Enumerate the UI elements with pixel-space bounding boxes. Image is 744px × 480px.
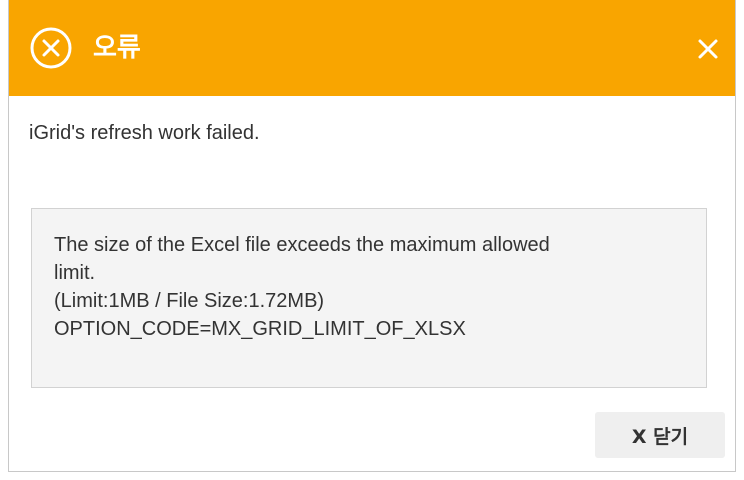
error-message: iGrid's refresh work failed. [29,122,260,144]
error-detail-box: The size of the Excel file exceeds the m… [31,208,707,388]
close-dialog-button[interactable]: X 닫기 [595,412,725,458]
detail-line: The size of the Excel file exceeds the m… [54,234,550,256]
error-circle-x-icon [30,27,72,69]
error-dialog: 오류 iGrid's refresh work failed. The size… [8,0,736,472]
dialog-header: 오류 [9,0,735,96]
detail-line: (Limit:1MB / File Size:1.72MB) [54,290,325,312]
close-icon [698,39,718,59]
close-button[interactable] [691,32,725,66]
dialog-title: 오류 [93,33,141,63]
detail-line: limit. [54,262,96,284]
detail-line: OPTION_CODE=MX_GRID_LIMIT_OF_XLSX [54,318,466,340]
